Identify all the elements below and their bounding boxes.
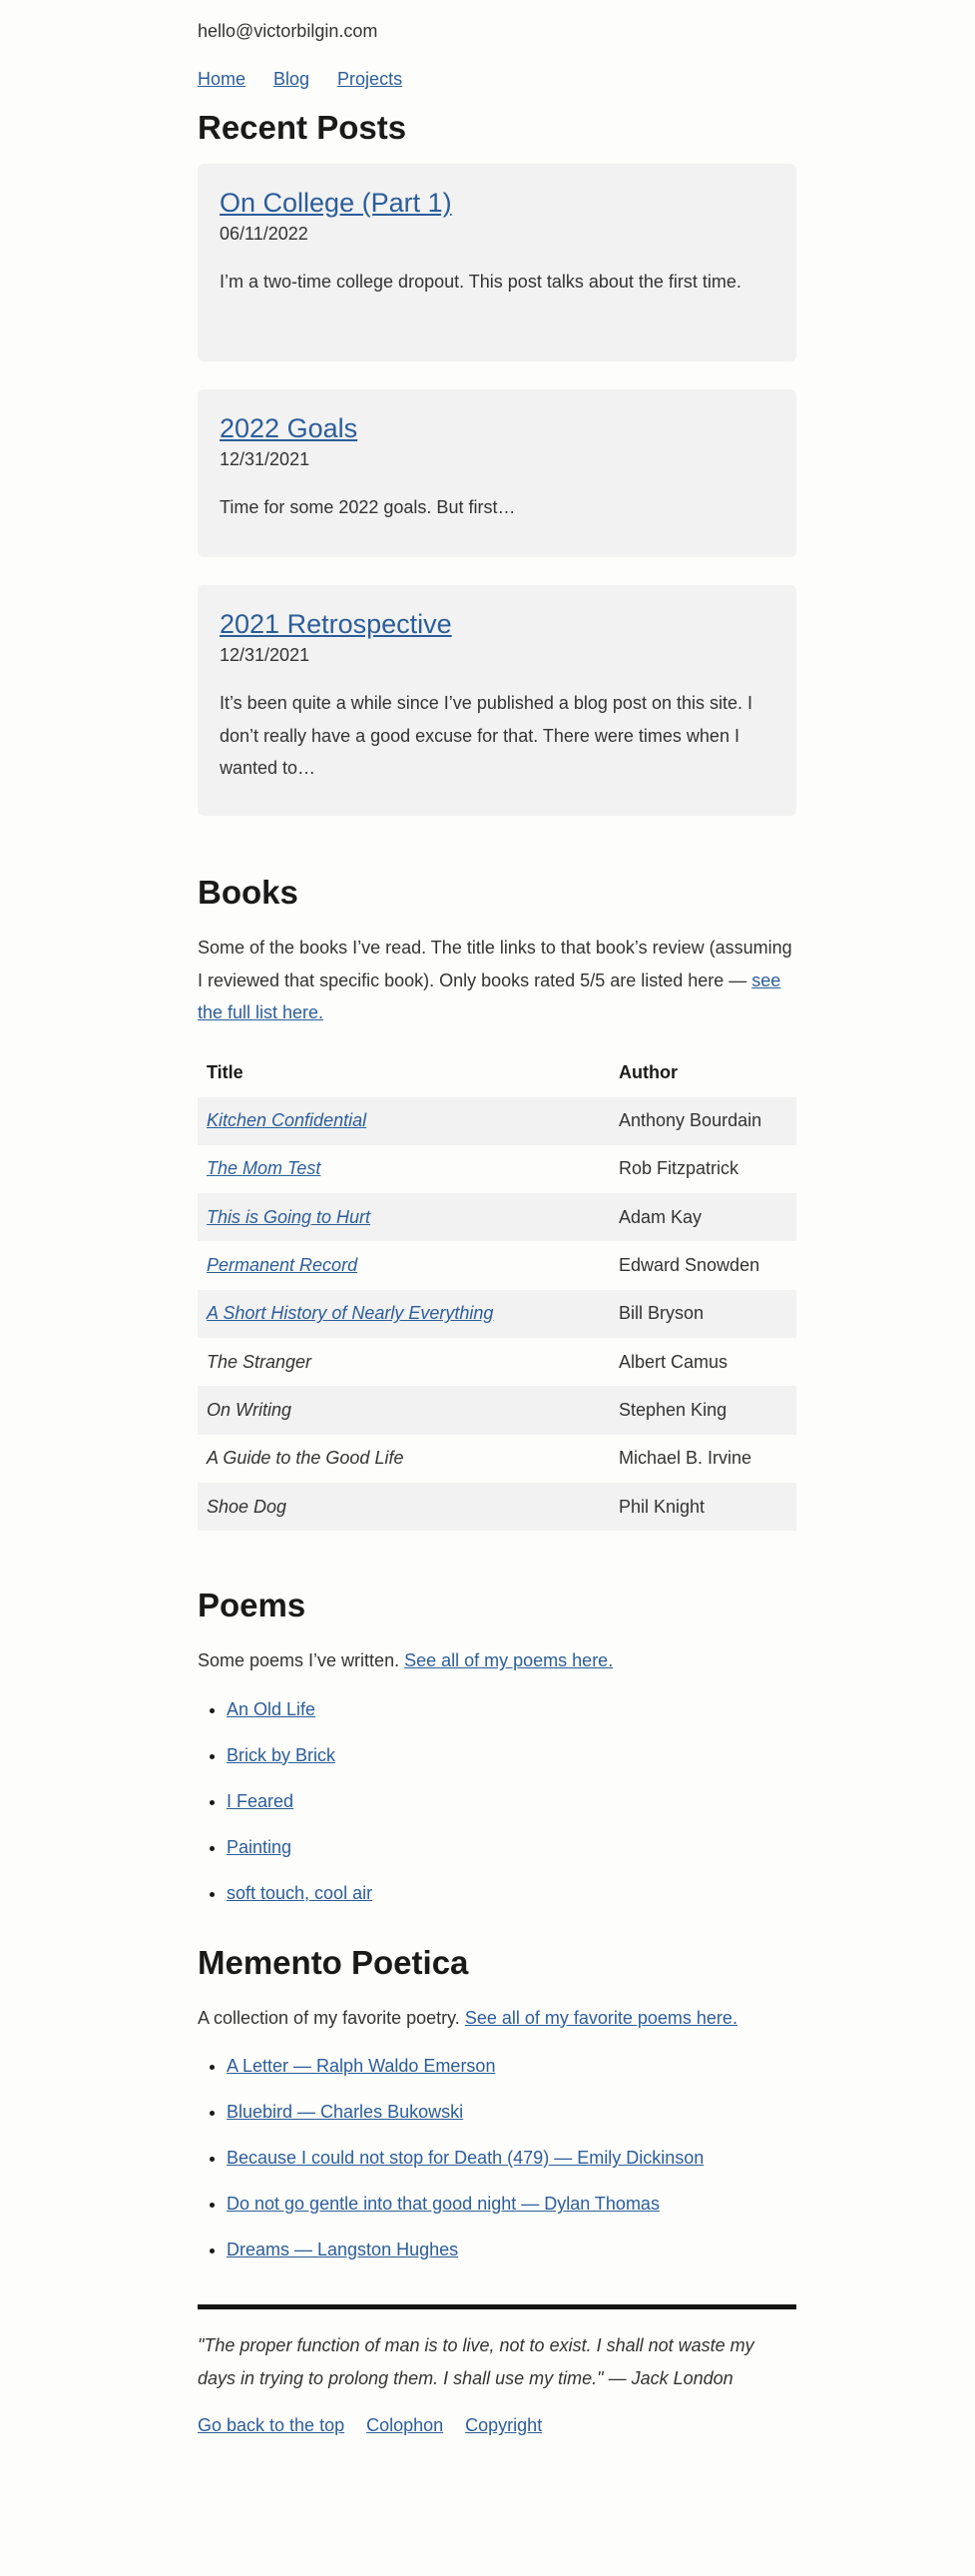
memento-list: A Letter — Ralph Waldo Emerson Bluebird … bbox=[198, 2054, 796, 2261]
post-title-link[interactable]: 2022 Goals bbox=[220, 411, 357, 445]
post-title-link[interactable]: On College (Part 1) bbox=[220, 186, 452, 220]
table-header-row: Title Author bbox=[198, 1049, 796, 1097]
nav-home-link[interactable]: Home bbox=[198, 67, 245, 91]
post-card: 2022 Goals 12/31/2021 Time for some 2022… bbox=[198, 389, 796, 557]
book-author-cell: Bill Bryson bbox=[610, 1289, 796, 1338]
book-title-link[interactable]: A Short History of Nearly Everything bbox=[207, 1303, 493, 1323]
book-title-cell: A Guide to the Good Life bbox=[207, 1448, 404, 1469]
post-excerpt: I’m a two-time college dropout. This pos… bbox=[220, 272, 741, 292]
book-title-link[interactable]: Kitchen Confidential bbox=[207, 1110, 366, 1130]
book-title-cell: This is Going to Hurt bbox=[198, 1193, 610, 1242]
recent-posts-heading: Recent Posts bbox=[198, 109, 407, 146]
book-title-cell: The Stranger bbox=[207, 1351, 312, 1372]
memento-poetica-heading: Memento Poetica bbox=[198, 1943, 469, 1981]
poems-intro: Some poems I’ve written. See all of my p… bbox=[198, 1644, 796, 1677]
book-author-cell: Stephen King bbox=[610, 1386, 796, 1435]
colophon-link[interactable]: Colophon bbox=[366, 2413, 443, 2437]
book-title-cell: Kitchen Confidential bbox=[198, 1096, 610, 1145]
post-date: 12/31/2021 bbox=[220, 645, 310, 665]
list-item: Do not go gentle into that good night — … bbox=[227, 2192, 796, 2216]
favorite-poems-link[interactable]: See all of my favorite poems here. bbox=[465, 2008, 737, 2028]
book-author-cell: Anthony Bourdain bbox=[610, 1096, 796, 1145]
nav-blog-link[interactable]: Blog bbox=[273, 67, 309, 91]
poem-link[interactable]: Brick by Brick bbox=[227, 1745, 335, 1765]
book-author-cell: Phil Knight bbox=[610, 1482, 796, 1532]
post-excerpt: Time for some 2022 goals. But first… bbox=[220, 497, 516, 517]
book-title-link[interactable]: Permanent Record bbox=[207, 1255, 357, 1275]
poem-link[interactable]: An Old Life bbox=[227, 1699, 315, 1719]
table-row: The Stranger Albert Camus bbox=[198, 1338, 796, 1386]
list-item: An Old Life bbox=[227, 1697, 796, 1721]
poem-link[interactable]: I Feared bbox=[227, 1791, 293, 1811]
table-row: This is Going to Hurt Adam Kay bbox=[198, 1193, 796, 1242]
contact-email: hello@victorbilgin.com bbox=[198, 21, 378, 41]
list-item: soft touch, cool air bbox=[227, 1881, 796, 1905]
nav-projects-link[interactable]: Projects bbox=[337, 67, 402, 91]
books-intro-text: Some of the books I’ve read. The title l… bbox=[198, 938, 792, 990]
books-intro: Some of the books I’ve read. The title l… bbox=[198, 932, 796, 1029]
main-nav: Home Blog Projects bbox=[198, 67, 796, 91]
table-row: A Guide to the Good Life Michael B. Irvi… bbox=[198, 1435, 796, 1483]
poems-list: An Old Life Brick by Brick I Feared Pain… bbox=[198, 1697, 796, 1905]
post-date: 12/31/2021 bbox=[220, 449, 310, 469]
books-heading: Books bbox=[198, 874, 298, 911]
books-table: Title Author Kitchen Confidential Anthon… bbox=[198, 1049, 796, 1532]
book-title-cell: Shoe Dog bbox=[198, 1482, 610, 1532]
list-item: Brick by Brick bbox=[227, 1743, 796, 1767]
list-item: Dreams — Langston Hughes bbox=[227, 2238, 796, 2261]
back-to-top-link[interactable]: Go back to the top bbox=[198, 2413, 344, 2437]
memento-intro-text: A collection of my favorite poetry. bbox=[198, 2007, 460, 2028]
book-title-cell: Permanent Record bbox=[198, 1241, 610, 1289]
book-author-cell: Rob Fitzpatrick bbox=[619, 1158, 739, 1179]
favorite-poem-link[interactable]: Because I could not stop for Death (479)… bbox=[227, 2148, 704, 2168]
favorite-poem-link[interactable]: A Letter — Ralph Waldo Emerson bbox=[227, 2056, 495, 2076]
book-title-cell: The Mom Test bbox=[198, 1145, 610, 1193]
list-item: Painting bbox=[227, 1835, 796, 1859]
book-title-link[interactable]: This is Going to Hurt bbox=[207, 1207, 370, 1227]
book-title-link[interactable]: The Mom Test bbox=[207, 1158, 320, 1178]
column-header-title: Title bbox=[207, 1062, 244, 1082]
poem-link[interactable]: Painting bbox=[227, 1837, 291, 1857]
table-row: The Mom Test Rob Fitzpatrick bbox=[198, 1145, 796, 1193]
table-row: On Writing Stephen King bbox=[198, 1386, 796, 1435]
footer-links: Go back to the top Colophon Copyright bbox=[198, 2413, 796, 2437]
post-card: 2021 Retrospective 12/31/2021 It’s been … bbox=[198, 585, 796, 816]
memento-intro: A collection of my favorite poetry. See … bbox=[198, 2002, 796, 2035]
all-poems-link[interactable]: See all of my poems here. bbox=[404, 1650, 613, 1670]
post-date: 06/11/2022 bbox=[220, 224, 308, 244]
column-header-author: Author bbox=[619, 1062, 678, 1082]
table-row: Kitchen Confidential Anthony Bourdain bbox=[198, 1096, 796, 1145]
book-author-cell: Michael B. Irvine bbox=[619, 1448, 752, 1469]
post-title-link[interactable]: 2021 Retrospective bbox=[220, 607, 452, 641]
page-container: hello@victorbilgin.com Home Blog Project… bbox=[198, 0, 796, 2437]
list-item: Because I could not stop for Death (479)… bbox=[227, 2146, 796, 2170]
favorite-poem-link[interactable]: Bluebird — Charles Bukowski bbox=[227, 2102, 463, 2122]
table-row: Permanent Record Edward Snowden bbox=[198, 1241, 796, 1289]
table-row: Shoe Dog Phil Knight bbox=[198, 1482, 796, 1532]
book-author-cell: Albert Camus bbox=[619, 1351, 729, 1372]
favorite-poem-link[interactable]: Dreams — Langston Hughes bbox=[227, 2240, 458, 2259]
list-item: Bluebird — Charles Bukowski bbox=[227, 2100, 796, 2124]
book-author-cell: Edward Snowden bbox=[619, 1255, 760, 1276]
post-card: On College (Part 1) 06/11/2022 I’m a two… bbox=[198, 164, 796, 361]
footer-divider bbox=[198, 2304, 796, 2310]
table-row: A Short History of Nearly Everything Bil… bbox=[198, 1289, 796, 1338]
post-excerpt: It’s been quite a while since I’ve publi… bbox=[220, 693, 752, 778]
book-author-cell: Adam Kay bbox=[610, 1193, 796, 1242]
list-item: I Feared bbox=[227, 1789, 796, 1813]
favorite-poem-link[interactable]: Do not go gentle into that good night — … bbox=[227, 2194, 660, 2214]
poems-intro-text: Some poems I’ve written. bbox=[198, 1650, 400, 1671]
list-item: A Letter — Ralph Waldo Emerson bbox=[227, 2054, 796, 2078]
copyright-link[interactable]: Copyright bbox=[465, 2413, 542, 2437]
book-title-cell: A Short History of Nearly Everything bbox=[198, 1289, 610, 1338]
poems-heading: Poems bbox=[198, 1587, 306, 1624]
book-title-cell: On Writing bbox=[198, 1386, 610, 1435]
footer-quote: "The proper function of man is to live, … bbox=[198, 2335, 754, 2388]
poem-link[interactable]: soft touch, cool air bbox=[227, 1883, 372, 1903]
